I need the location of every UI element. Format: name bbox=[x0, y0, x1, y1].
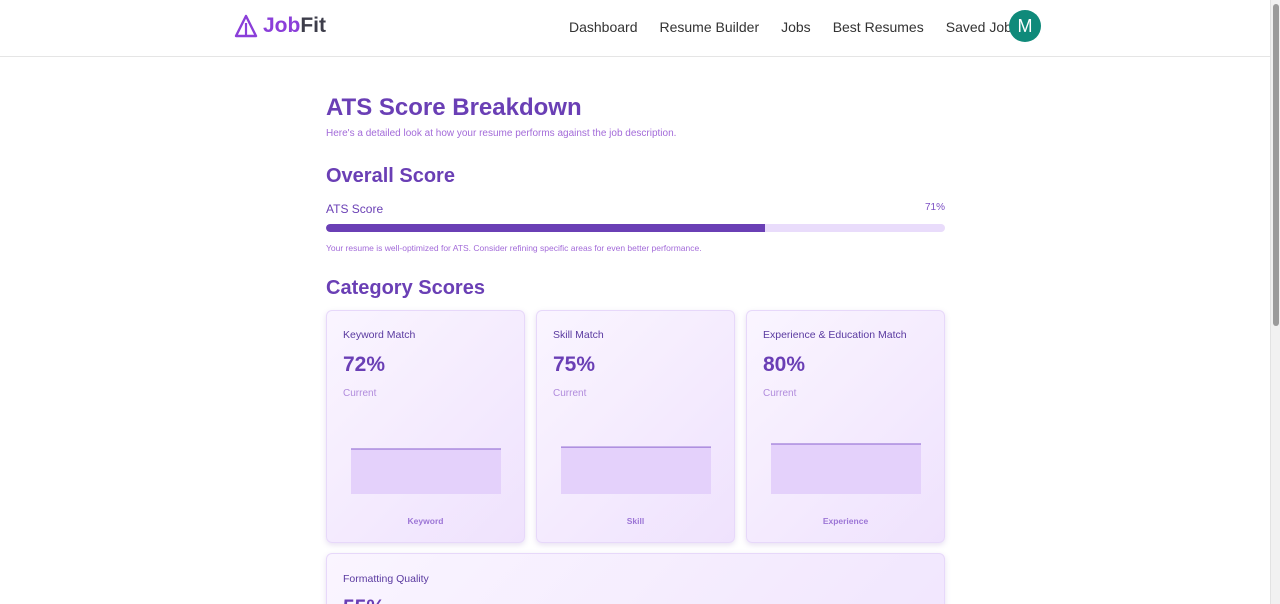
brand-logo[interactable]: JobFit bbox=[234, 14, 326, 38]
ats-score-note: Your resume is well-optimized for ATS. C… bbox=[326, 243, 702, 253]
page-subtitle: Here's a detailed look at how your resum… bbox=[326, 128, 677, 139]
area-fill bbox=[771, 444, 921, 494]
card-score-value: 80% bbox=[763, 353, 806, 376]
nav-saved-jobs[interactable]: Saved Jobs bbox=[946, 19, 1019, 35]
nav-jobs[interactable]: Jobs bbox=[781, 19, 811, 35]
card-title: Experience & Education Match bbox=[763, 329, 907, 341]
skill-match-card: Skill Match 75% Current Skill bbox=[536, 310, 735, 543]
formatting-quality-card: Formatting Quality 55% bbox=[326, 553, 945, 604]
top-navbar: JobFit Dashboard Resume Builder Jobs Bes… bbox=[0, 0, 1270, 57]
card-subtitle: Current bbox=[343, 388, 377, 399]
chart-category-label: Skill bbox=[626, 516, 645, 526]
chart-category-label: Keyword bbox=[407, 516, 444, 526]
nav-resume-builder[interactable]: Resume Builder bbox=[660, 19, 760, 35]
ats-score-progress-fill bbox=[326, 224, 766, 232]
card-score-value: 55% bbox=[343, 596, 385, 604]
nav-best-resumes[interactable]: Best Resumes bbox=[833, 19, 924, 35]
card-title: Formatting Quality bbox=[343, 573, 429, 585]
scrollbar-thumb[interactable] bbox=[1273, 4, 1279, 326]
card-score-value: 75% bbox=[553, 353, 596, 376]
triangle-logo-icon bbox=[234, 14, 258, 38]
experience-education-match-card: Experience & Education Match 80% Current… bbox=[746, 310, 945, 543]
page-scrollbar[interactable] bbox=[1270, 0, 1280, 604]
area-chart-svg bbox=[351, 448, 501, 494]
card-subtitle: Current bbox=[553, 388, 587, 399]
ats-score-label: ATS Score bbox=[326, 202, 384, 216]
skill-area-chart bbox=[561, 419, 711, 497]
area-chart-svg bbox=[771, 443, 921, 494]
brand-name-fit: Fit bbox=[300, 14, 326, 37]
area-chart-svg bbox=[561, 446, 711, 494]
card-title: Skill Match bbox=[553, 329, 604, 341]
chart-category-label: Experience bbox=[822, 516, 869, 526]
page-title: ATS Score Breakdown bbox=[326, 94, 582, 121]
brand-name: JobFit bbox=[263, 14, 326, 38]
main-nav: Dashboard Resume Builder Jobs Best Resum… bbox=[569, 19, 1041, 35]
experience-area-chart bbox=[771, 419, 921, 497]
card-title: Keyword Match bbox=[343, 329, 416, 341]
category-scores-heading: Category Scores bbox=[326, 277, 485, 299]
overall-score-heading: Overall Score bbox=[326, 165, 455, 187]
ats-score-value: 71% bbox=[924, 202, 945, 213]
nav-dashboard[interactable]: Dashboard bbox=[569, 19, 638, 35]
avatar[interactable]: M bbox=[1009, 10, 1041, 42]
keyword-area-chart bbox=[351, 419, 501, 497]
area-fill bbox=[351, 449, 501, 494]
ats-score-progress-bar bbox=[326, 224, 945, 232]
keyword-match-card: Keyword Match 72% Current Keyword bbox=[326, 310, 525, 543]
area-fill bbox=[561, 447, 711, 494]
brand-name-job: Job bbox=[263, 14, 301, 37]
card-subtitle: Current bbox=[763, 388, 797, 399]
card-score-value: 72% bbox=[343, 353, 386, 376]
